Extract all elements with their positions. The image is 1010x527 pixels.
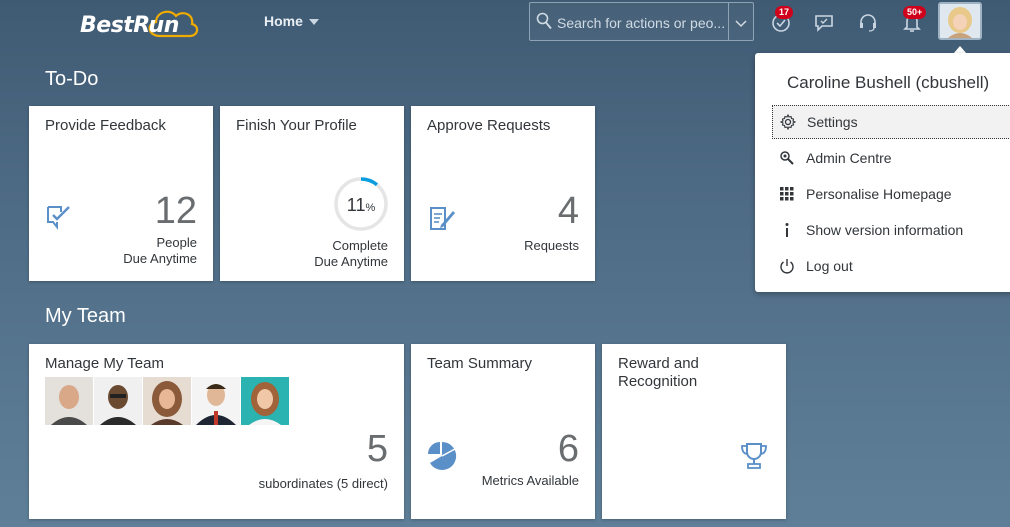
search-scope-chevron-icon[interactable] [735, 16, 747, 34]
admin-icon [778, 149, 796, 167]
pie-chart-icon [427, 441, 457, 476]
tile-title: Approve Requests [427, 117, 551, 134]
menu-item-personalise-homepage[interactable]: Personalise Homepage [772, 177, 1010, 211]
menu-item-label: Admin Centre [806, 150, 892, 166]
feedback-icon[interactable] [812, 10, 836, 34]
team-photos [45, 377, 289, 425]
menu-item-label: Personalise Homepage [806, 186, 952, 202]
section-title-my-team: My Team [45, 305, 126, 327]
logo-text: BestRun [80, 13, 179, 38]
tile-sub-line1: Complete [332, 238, 388, 253]
tile-title: Provide Feedback [45, 117, 166, 134]
tile-title-line2: Recognition [618, 373, 698, 390]
tile-subtitle: People Due Anytime [123, 235, 197, 267]
power-icon [778, 257, 796, 275]
tile-sub-line1: People [156, 235, 197, 250]
tile-approve-requests[interactable]: Approve Requests 4 Requests [411, 106, 595, 281]
avatar [940, 4, 980, 38]
team-member-photo[interactable] [192, 377, 240, 425]
tile-number: 5 [366, 428, 388, 470]
tile-title-manage: Manage My Team [45, 355, 164, 372]
gear-icon [779, 113, 797, 131]
team-member-photo[interactable] [94, 377, 142, 425]
shell-header: BestRun Home Search for actions or peo..… [0, 0, 1010, 44]
team-member-photo[interactable] [45, 377, 93, 425]
menu-item-settings[interactable]: Settings [772, 105, 1010, 139]
user-avatar-button[interactable] [938, 2, 982, 40]
menu-item-label: Log out [806, 258, 853, 274]
company-logo[interactable]: BestRun [78, 2, 208, 42]
progress-unit: % [365, 202, 376, 214]
tile-reward-recognition[interactable]: Reward and Recognition [602, 344, 786, 519]
tile-subtitle: subordinates (5 direct) [258, 476, 388, 491]
notifications-badge: 50+ [903, 6, 927, 19]
menu-user-name: Caroline Bushell (cbushell) [787, 73, 990, 92]
menu-item-admin-centre[interactable]: Admin Centre [772, 141, 1010, 175]
progress-percent: 11% [332, 195, 390, 216]
home-menu-button[interactable]: Home [264, 13, 319, 29]
grid-icon [778, 185, 796, 203]
feedback-check-icon [45, 202, 73, 235]
section-title-todo: To-Do [45, 68, 99, 90]
menu-item-log-out[interactable]: Log out [772, 249, 1010, 283]
search-icon [536, 12, 552, 35]
menu-item-label: Show version information [806, 222, 964, 238]
tile-provide-feedback[interactable]: Provide Feedback 12 People Due Anytime [29, 106, 213, 281]
tile-finish-profile[interactable]: Finish Your Profile 11% Complete Due Any… [220, 106, 404, 281]
chevron-down-icon [308, 19, 319, 25]
team-member-photo[interactable] [143, 377, 191, 425]
tile-number: 12 [154, 190, 197, 232]
headset-icon[interactable] [856, 10, 880, 34]
tile-manage-my-team[interactable]: Manage My Team 5 subordinates (5 direct) [29, 344, 404, 519]
search-box[interactable]: Search for actions or peo... [529, 2, 754, 41]
user-menu-popover: Caroline Bushell (cbushell) Settings Adm… [755, 53, 1010, 292]
progress-value: 11 [346, 195, 366, 215]
tile-number: 6 [557, 428, 579, 470]
approve-doc-icon [427, 203, 457, 238]
tile-title-line1: Reward and [618, 355, 699, 372]
tile-sub-line2: Due Anytime [123, 251, 197, 266]
search-input[interactable]: Search for actions or peo... [557, 15, 727, 31]
tile-subtitle: Requests [524, 238, 579, 253]
home-label: Home [264, 13, 303, 29]
team-member-photo[interactable] [241, 377, 289, 425]
tile-subtitle: Complete Due Anytime [314, 238, 388, 270]
tile-title: Team Summary [427, 355, 533, 372]
tile-title: Finish Your Profile [236, 117, 357, 134]
tile-subtitle: Metrics Available [481, 473, 579, 488]
tile-sub-line2: Due Anytime [314, 254, 388, 269]
menu-item-version-info[interactable]: Show version information [772, 213, 1010, 247]
todo-badge: 17 [775, 6, 794, 19]
search-divider [728, 3, 729, 40]
tile-team-summary[interactable]: Team Summary 6 Metrics Available [411, 344, 595, 519]
menu-item-label: Settings [807, 114, 858, 130]
tile-title: Reward and Recognition [618, 355, 699, 391]
info-icon [778, 221, 796, 239]
tile-number: 4 [557, 190, 579, 232]
trophy-icon [739, 441, 769, 476]
